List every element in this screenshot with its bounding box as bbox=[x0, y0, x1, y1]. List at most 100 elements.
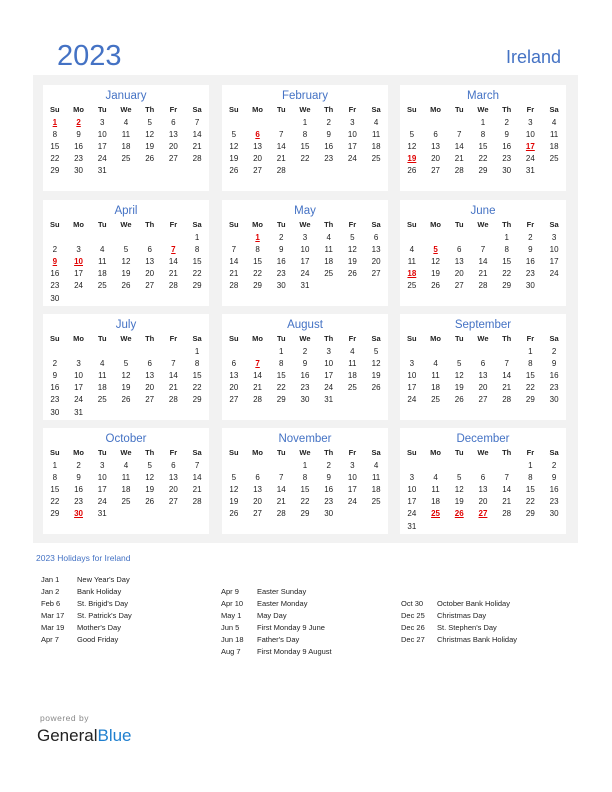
holiday-item: Apr 7 Good Friday bbox=[41, 634, 132, 646]
day-cell: 13 bbox=[253, 484, 262, 494]
holiday-date: Feb 6 bbox=[41, 599, 61, 608]
day-cell: 18 bbox=[97, 269, 107, 279]
day-cell: 4 bbox=[100, 244, 105, 254]
day-cell: 12 bbox=[145, 472, 155, 482]
holiday-day-cell: 17 bbox=[525, 141, 535, 151]
weekday-header: We bbox=[299, 105, 311, 114]
day-cell: 13 bbox=[145, 370, 155, 380]
day-cell: 15 bbox=[50, 484, 60, 494]
weekday-header: Fr bbox=[169, 105, 178, 114]
weekday-header: Th bbox=[324, 448, 334, 457]
day-cell: 3 bbox=[528, 117, 533, 127]
day-cell: 29 bbox=[502, 281, 512, 291]
day-cell: 22 bbox=[525, 497, 535, 507]
day-cell: 14 bbox=[454, 141, 464, 151]
day-cell: 30 bbox=[74, 166, 83, 176]
day-cell: 25 bbox=[97, 281, 107, 291]
day-cell: 12 bbox=[431, 256, 440, 266]
weekday-header: Mo bbox=[252, 105, 263, 114]
month-table: Su Mo Tu We Th Fr Sa 1 2 3 4 5 6 7 8 9 10 11 12 13 14 15 16 17 1… bbox=[400, 103, 566, 177]
day-cell: 17 bbox=[407, 383, 417, 393]
day-cell: 14 bbox=[276, 141, 286, 151]
day-cell: 9 bbox=[528, 244, 533, 254]
day-cell: 3 bbox=[76, 358, 81, 368]
holiday-name: Christmas Day bbox=[437, 611, 487, 620]
day-cell: 14 bbox=[192, 129, 202, 139]
day-cell: 1 bbox=[194, 346, 200, 356]
day-cell: 11 bbox=[98, 370, 107, 380]
month-april: April Su Mo Tu We Th Fr Sa 1 2 3 4 5 6 7 8 9 10 11 12 13 14 15… bbox=[43, 200, 209, 306]
weekday-header: We bbox=[120, 220, 132, 229]
day-cell: 22 bbox=[478, 154, 488, 164]
day-cell: 9 bbox=[76, 472, 81, 482]
day-cell: 20 bbox=[478, 497, 488, 507]
day-cell: 19 bbox=[454, 383, 464, 393]
day-cell: 29 bbox=[50, 166, 60, 176]
weekday-header: Fr bbox=[526, 220, 535, 229]
weekday-header: Tu bbox=[454, 448, 464, 457]
empty-cell bbox=[471, 345, 495, 357]
weekday-header: Su bbox=[229, 220, 239, 229]
holiday-name: Mother's Day bbox=[77, 623, 121, 632]
day-cell: 23 bbox=[300, 383, 310, 393]
day-cell: 27 bbox=[145, 395, 155, 405]
day-cell: 1 bbox=[528, 460, 533, 470]
day-cell: 20 bbox=[145, 383, 155, 393]
holiday-name: Father's Day bbox=[257, 635, 300, 644]
weekday-header: Tu bbox=[276, 448, 286, 457]
day-cell: 25 bbox=[431, 395, 440, 405]
weekday-header: Su bbox=[50, 334, 60, 343]
day-cell: 19 bbox=[454, 497, 464, 507]
month-name: June bbox=[470, 205, 496, 217]
day-cell: 24 bbox=[347, 497, 357, 507]
weekday-header: Th bbox=[502, 220, 512, 229]
day-cell: 5 bbox=[231, 472, 237, 482]
day-cell: 13 bbox=[145, 256, 155, 266]
day-cell: 17 bbox=[549, 256, 559, 266]
day-cell: 10 bbox=[97, 129, 107, 139]
empty-cell bbox=[424, 231, 448, 243]
weekday-header: Mo bbox=[252, 220, 263, 229]
day-cell: 10 bbox=[324, 358, 334, 368]
holiday-item: Aug 7 First Monday 9 August bbox=[221, 646, 332, 658]
day-cell: 12 bbox=[121, 370, 131, 380]
holiday-day-cell: 18 bbox=[407, 269, 417, 279]
empty-cell bbox=[495, 459, 519, 471]
day-cell: 3 bbox=[409, 358, 415, 368]
day-cell: 25 bbox=[121, 497, 131, 507]
weekday-header: Sa bbox=[549, 220, 559, 229]
month-name: April bbox=[114, 205, 138, 217]
weekday-header: Su bbox=[229, 448, 239, 457]
day-cell: 12 bbox=[454, 370, 464, 380]
day-cell: 25 bbox=[324, 269, 334, 279]
empty-cell bbox=[471, 231, 495, 243]
day-cell: 3 bbox=[76, 244, 81, 254]
day-cell: 8 bbox=[504, 244, 509, 254]
holiday-date: Oct 30 bbox=[401, 599, 424, 608]
day-cell: 20 bbox=[253, 497, 262, 507]
day-cell: 17 bbox=[324, 370, 334, 380]
holiday-day-cell: 9 bbox=[52, 256, 58, 266]
day-cell: 11 bbox=[431, 484, 440, 494]
day-cell: 24 bbox=[74, 395, 83, 405]
day-cell: 17 bbox=[74, 383, 83, 393]
brand-logo[interactable]: GeneralBlue bbox=[37, 726, 132, 746]
day-cell: 15 bbox=[253, 256, 262, 266]
day-cell: 3 bbox=[302, 232, 308, 242]
day-cell: 8 bbox=[194, 244, 200, 254]
weekday-header: Tu bbox=[97, 220, 107, 229]
holiday-day-cell: 5 bbox=[433, 244, 438, 254]
month-june: June Su Mo Tu We Th Fr Sa 1 2 3 4 5 6 7 8 9 10 11 12 13 14 15 1… bbox=[400, 200, 566, 306]
day-cell: 14 bbox=[478, 256, 488, 266]
day-cell: 21 bbox=[478, 269, 488, 279]
day-cell: 8 bbox=[52, 129, 58, 139]
weekday-header: Sa bbox=[549, 448, 559, 457]
day-cell: 12 bbox=[229, 484, 239, 494]
day-cell: 18 bbox=[431, 383, 440, 393]
empty-cell bbox=[447, 345, 471, 357]
day-cell: 16 bbox=[502, 141, 512, 151]
day-cell: 22 bbox=[50, 154, 60, 164]
day-cell: 13 bbox=[431, 141, 440, 151]
empty-cell bbox=[424, 345, 448, 357]
day-cell: 18 bbox=[324, 256, 334, 266]
